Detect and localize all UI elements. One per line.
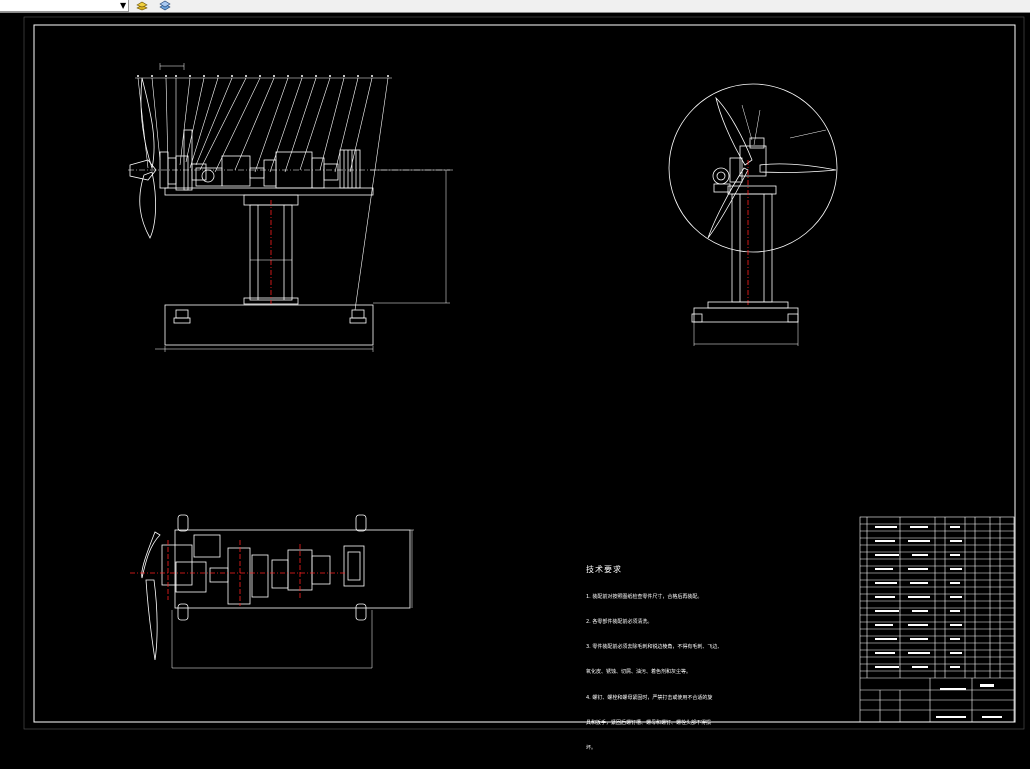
tech-notes-title: 技术要求 [586, 564, 622, 574]
layer-dropdown[interactable]: ▼ [0, 0, 129, 12]
drawing-border [33, 24, 1016, 723]
rotor-circle [668, 83, 838, 253]
title-block [859, 516, 1015, 723]
tech-note-line: 1. 装配前对按照图纸检查零件尺寸，合格后再装配。 [586, 593, 703, 600]
tech-note-line: 2. 各零部件装配前必须清洗。 [586, 618, 653, 625]
layer-props-icon[interactable] [158, 0, 172, 11]
tech-note-line: 坏。 [586, 744, 597, 751]
cad-drawing [23, 16, 1025, 730]
balloon-dots [137, 75, 389, 77]
toolbar: ▼ [0, 0, 1030, 13]
top-view [130, 514, 414, 669]
tech-note-line: 氧化皮、锈蚀、切屑、油污、着色剂和灰尘等。 [586, 669, 692, 676]
leader-lines [135, 77, 392, 311]
tech-note-line: 具和扳手，紧固后螺钉槽、螺母和螺钉、螺栓头部不得损 [586, 719, 712, 726]
tech-note-line: 4. 螺钉、螺栓和螺母紧固时，严禁打击或使用不合适的旋 [586, 694, 713, 701]
tech-notes: 技术要求 1. 装配前对按照图纸检查零件尺寸，合格后再装配。 2. 各零部件装配… [586, 548, 756, 769]
drawing-canvas[interactable]: 技术要求 1. 装配前对按照图纸检查零件尺寸，合格后再装配。 2. 各零部件装配… [0, 13, 1030, 751]
blade-lower [139, 171, 157, 239]
side-view [668, 83, 838, 346]
front-view [128, 63, 455, 352]
chevron-down-icon[interactable]: ▼ [120, 1, 126, 10]
layer-state-icon[interactable] [135, 0, 149, 11]
tech-note-line: 3. 零件装配前必须去除毛刺和锐边棱角，不得有毛刺、飞边、 [586, 644, 723, 651]
